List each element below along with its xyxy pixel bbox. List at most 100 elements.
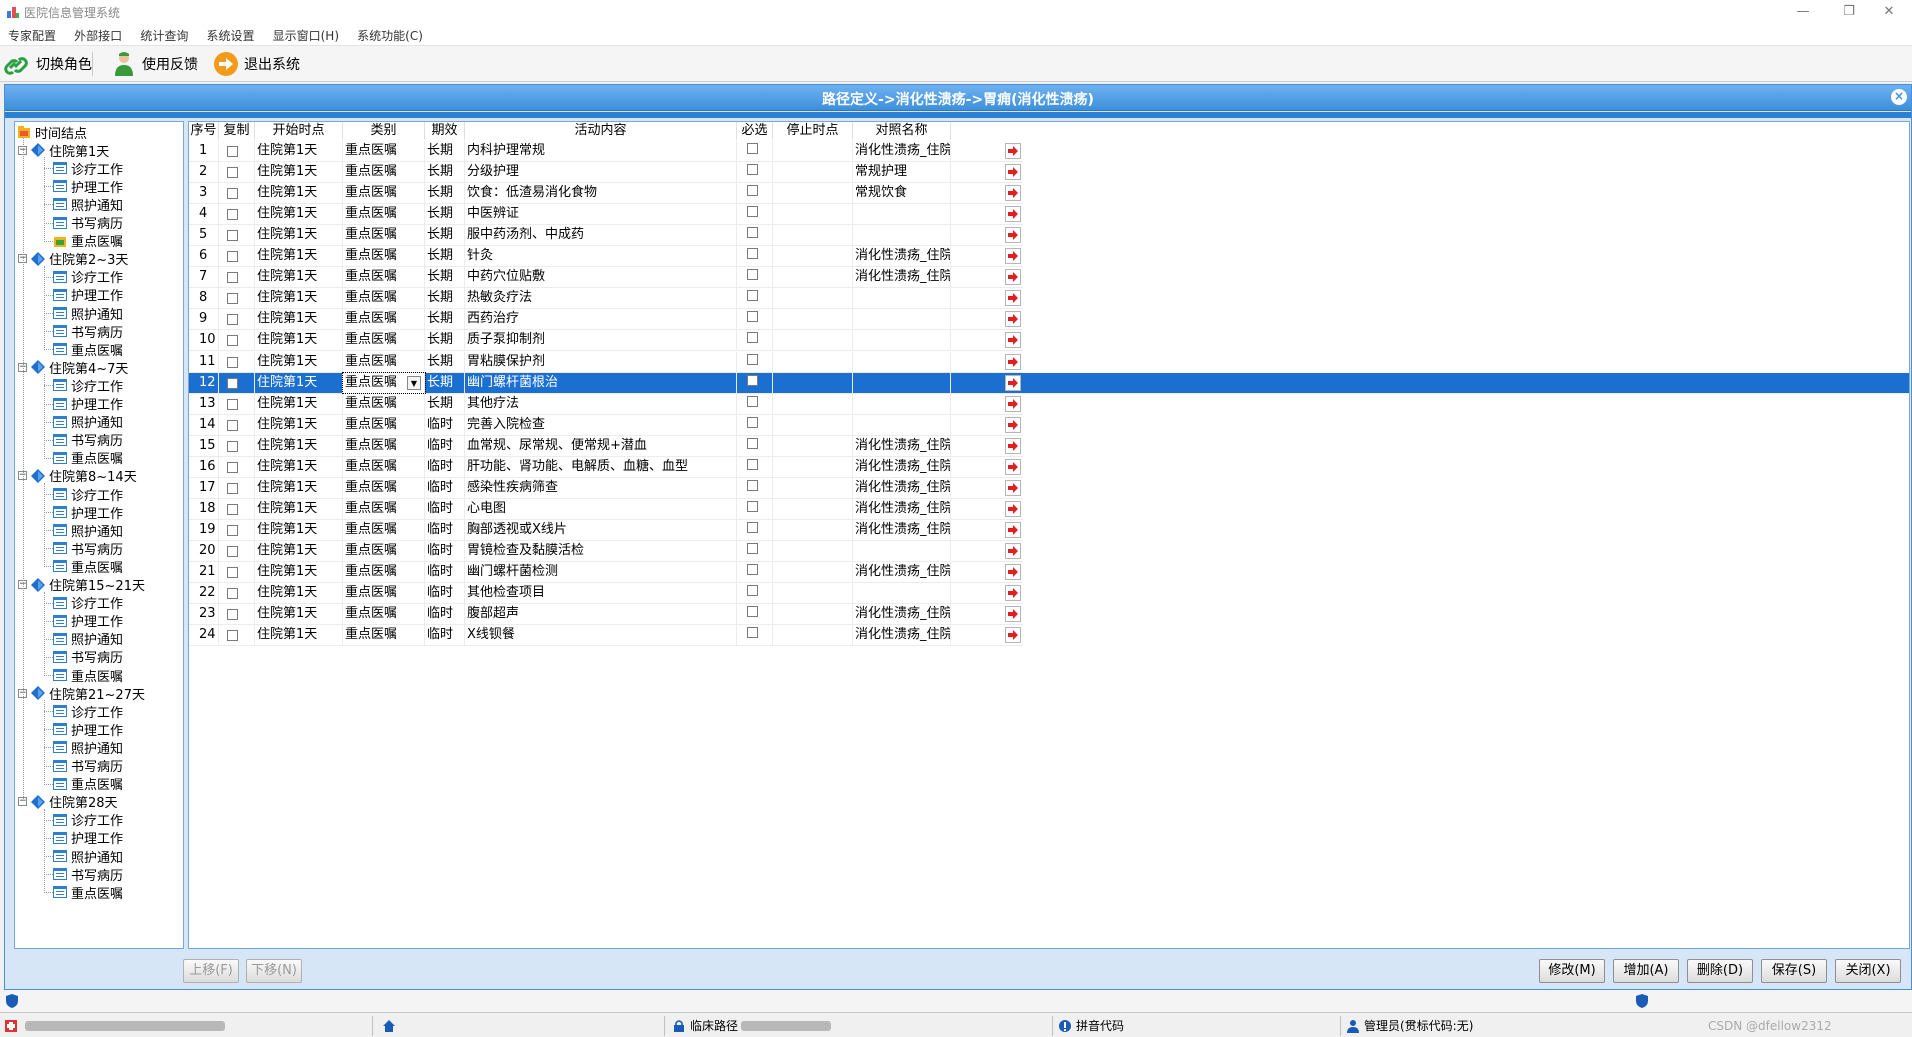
cell-no[interactable]: 17 [189,477,219,498]
cell-category[interactable]: 重点医嘱 [343,540,425,561]
cell-content[interactable]: 胸部透视或X线片 [465,519,737,540]
cell-stop[interactable] [773,604,853,625]
cell-copy[interactable] [219,204,255,225]
required-checkbox[interactable] [747,248,758,260]
header-col-start[interactable]: 开始时点 [255,122,343,140]
cell-no[interactable]: 9 [189,309,219,330]
copy-checkbox[interactable] [227,146,238,157]
menu-system-functions[interactable]: 系统功能(C) [349,26,423,46]
cell-required[interactable] [737,477,773,498]
copy-checkbox[interactable] [227,167,238,179]
cell-content[interactable]: 中医辨证 [465,204,737,225]
cell-content[interactable]: X线钡餐 [465,625,737,646]
cell-mapping[interactable]: 消化性溃疡_住院第 [853,456,951,477]
cell-mapping[interactable] [853,309,951,330]
cell-required[interactable] [737,456,773,477]
copy-checkbox[interactable] [227,293,238,305]
cell-mapping[interactable]: 消化性溃疡_住院第 [853,625,951,646]
tree-group[interactable]: − 住院第15~21天 [18,576,145,594]
copy-checkbox[interactable] [227,356,238,368]
header-col-stop[interactable]: 停止时点 [773,122,853,140]
cell-mapping[interactable]: 消化性溃疡_住院第 [853,562,951,582]
cell-content[interactable]: 内科护理常规 [465,141,737,161]
cell-required[interactable] [737,583,773,604]
header-col-required[interactable]: 必选 [737,122,773,140]
cell-term[interactable]: 长期 [425,246,465,267]
cell-term[interactable]: 长期 [425,351,465,372]
tree-item[interactable]: 诊疗工作 [53,376,123,395]
cell-no[interactable]: 2 [189,162,219,183]
cell-copy[interactable] [219,414,255,435]
cell-category[interactable]: 重点医嘱 [343,288,425,309]
cell-copy[interactable] [219,162,255,183]
cell-required[interactable] [737,204,773,225]
arrow-right-icon[interactable] [1005,627,1021,644]
cell-term[interactable]: 长期 [425,162,465,183]
arrow-right-icon[interactable] [1005,164,1021,181]
arrow-right-icon[interactable] [1005,585,1021,602]
tree-item[interactable]: 照护通知 [53,195,123,214]
tree-item[interactable]: 护理工作 [53,177,123,196]
cell-start[interactable]: 住院第1天 [255,625,343,646]
cell-no[interactable]: 21 [189,562,219,582]
copy-checkbox[interactable] [227,503,238,515]
tree-item[interactable]: 照护通知 [53,413,123,431]
required-checkbox[interactable] [747,164,758,176]
required-checkbox[interactable] [747,416,758,428]
cell-stop[interactable] [773,372,853,393]
menu-statistics[interactable]: 统计查询 [132,26,188,46]
copy-checkbox[interactable] [227,545,238,557]
required-checkbox[interactable] [747,143,758,154]
copy-checkbox[interactable] [227,251,238,263]
cell-term[interactable]: 长期 [425,288,465,309]
cell-copy[interactable] [219,562,255,582]
cell-term[interactable]: 长期 [425,183,465,204]
arrow-right-icon[interactable] [1005,206,1021,223]
copy-checkbox[interactable] [227,567,238,578]
required-checkbox[interactable] [747,290,758,302]
tree-item[interactable]: 诊疗工作 [53,268,123,286]
cell-category[interactable]: 重点医嘱 [343,604,425,625]
cell-term[interactable]: 长期 [425,393,465,414]
window-close-button[interactable]: ✕ [1866,0,1912,26]
cell-stop[interactable] [773,435,853,456]
cell-stop[interactable] [773,625,853,646]
cell-content[interactable]: 分级护理 [465,162,737,183]
tree-group[interactable]: − 住院第28天 [18,793,118,811]
header-col-copy[interactable]: 复制 [219,122,255,140]
table-row[interactable]: 9 住院第1天 重点医嘱 长期 西药治疗 [189,309,1023,331]
cell-no[interactable]: 23 [189,604,219,625]
tree-item[interactable]: 重点医嘱 [53,232,123,250]
copy-checkbox[interactable] [227,272,238,284]
tree-item[interactable]: 书写病历 [53,214,123,232]
required-checkbox[interactable] [747,227,758,239]
cell-category[interactable]: 重点医嘱 [343,225,425,246]
arrow-right-icon[interactable] [1005,269,1021,286]
copy-checkbox[interactable] [227,461,238,473]
cell-term[interactable]: 临时 [425,625,465,646]
cell-content[interactable]: 饮食：低渣易消化食物 [465,183,737,204]
header-col-category[interactable]: 类别 [343,122,425,140]
arrow-right-icon[interactable] [1005,290,1021,307]
tree-item[interactable]: 护理工作 [53,395,123,413]
required-checkbox[interactable] [747,521,758,533]
cell-stop[interactable] [773,204,853,225]
arrow-right-icon[interactable] [1005,143,1021,159]
menu-display-window[interactable]: 显示窗口(H) [265,26,339,46]
cell-content[interactable]: 服中药汤剂、中成药 [465,225,737,246]
tree-item[interactable]: 照护通知 [53,304,123,323]
cell-start[interactable]: 住院第1天 [255,414,343,435]
cell-no[interactable]: 5 [189,225,219,246]
cell-copy[interactable] [219,393,255,414]
cell-start[interactable]: 住院第1天 [255,435,343,456]
close-button[interactable]: 关闭(X) [1835,959,1901,983]
tree-item[interactable]: 照护通知 [53,738,123,757]
header-col-no[interactable]: 序号 [189,122,219,140]
tree-item[interactable]: 护理工作 [53,612,123,630]
cell-copy[interactable] [219,604,255,625]
cell-no[interactable]: 18 [189,498,219,519]
required-checkbox[interactable] [747,185,758,197]
cell-stop[interactable] [773,519,853,540]
cell-stop[interactable] [773,351,853,372]
cell-required[interactable] [737,288,773,309]
